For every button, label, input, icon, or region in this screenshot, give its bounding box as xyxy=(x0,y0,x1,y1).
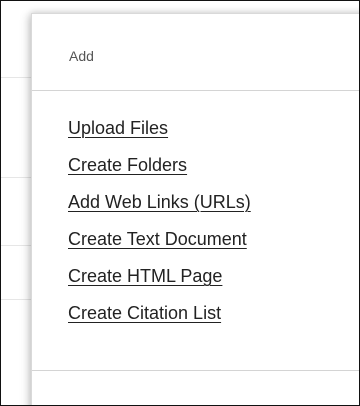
add-dropdown-title: Add xyxy=(69,48,94,64)
screenshot-frame: Add Upload Files Create Folders Add Web … xyxy=(0,0,360,406)
background-row-divider xyxy=(1,245,31,246)
list-item: Create Text Document xyxy=(68,229,251,266)
panel-footer-divider xyxy=(32,370,359,371)
add-options-list: Upload Files Create Folders Add Web Link… xyxy=(68,118,251,340)
create-html-page-link[interactable]: Create HTML Page xyxy=(68,266,222,286)
create-folders-link[interactable]: Create Folders xyxy=(68,155,187,175)
add-dropdown-panel: Add Upload Files Create Folders Add Web … xyxy=(31,13,359,405)
create-citation-list-link[interactable]: Create Citation List xyxy=(68,303,221,323)
list-item: Create HTML Page xyxy=(68,266,251,303)
add-dropdown-header: Add xyxy=(32,14,359,91)
upload-files-link[interactable]: Upload Files xyxy=(68,118,168,138)
list-item: Create Folders xyxy=(68,155,251,192)
list-item: Upload Files xyxy=(68,118,251,155)
background-row-divider xyxy=(1,299,31,300)
list-item: Add Web Links (URLs) xyxy=(68,192,251,229)
create-text-document-link[interactable]: Create Text Document xyxy=(68,229,247,249)
add-web-links-link[interactable]: Add Web Links (URLs) xyxy=(68,192,251,212)
background-row-divider xyxy=(1,177,31,178)
list-item: Create Citation List xyxy=(68,303,251,340)
background-row-divider xyxy=(1,77,31,78)
